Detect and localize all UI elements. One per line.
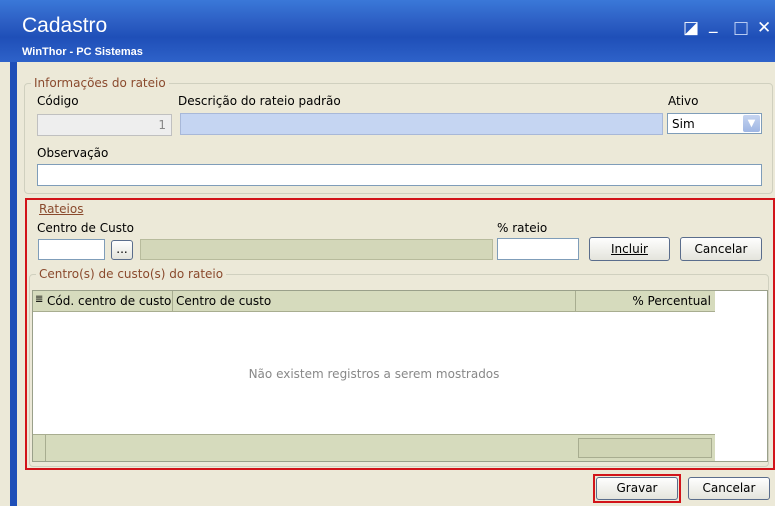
empty-message: Não existem registros a serem mostrados [248, 367, 500, 381]
info-legend: Informações do rateio [34, 76, 166, 90]
cost-center-grid[interactable]: ≣ Cód. centro de custo Centro de custo %… [32, 290, 768, 462]
col-percentual[interactable]: % Percentual [632, 294, 711, 308]
observacao-label: Observação [37, 146, 109, 160]
chevron-down-icon[interactable]: ▼ [743, 115, 760, 132]
incluir-button[interactable]: Incluir [589, 237, 670, 261]
close-icon[interactable]: ✕ [757, 18, 771, 38]
codigo-input[interactable]: 1 [37, 114, 172, 136]
grid-legend: Centro(s) de custo(s) do rateio [39, 267, 224, 281]
grid-footer [33, 434, 715, 461]
col-cod-centro[interactable]: Cód. centro de custo [47, 294, 171, 308]
col-divider [172, 291, 173, 311]
maximize-icon[interactable]: □ [733, 18, 749, 38]
rateios-legend: Rateios [39, 202, 84, 216]
observacao-input[interactable] [37, 164, 762, 186]
restore-icon[interactable]: ◪ [683, 18, 699, 38]
rateio-input[interactable] [497, 238, 579, 260]
column-menu-icon[interactable]: ≣ [35, 294, 43, 305]
ativo-label: Ativo [668, 94, 699, 108]
gravar-button[interactable]: Gravar [596, 477, 678, 500]
centro-custo-code-input[interactable] [38, 239, 105, 260]
codigo-label: Código [37, 94, 79, 108]
cancelar-button[interactable]: Cancelar [688, 477, 770, 500]
window-left-border [10, 62, 17, 506]
form-content: Informações do rateio Código 1 Descrição… [17, 62, 775, 506]
browse-button[interactable]: ... [111, 240, 133, 260]
ativo-value: Sim [672, 117, 695, 131]
descricao-label: Descrição do rateio padrão [178, 94, 341, 108]
centro-custo-label: Centro de Custo [37, 221, 134, 235]
centro-custo-desc-input[interactable] [140, 239, 493, 260]
cancelar-rateio-button[interactable]: Cancelar [680, 237, 762, 261]
title-bar: Cadastro WinThor - PC Sistemas ◪ _ □ ✕ [0, 0, 775, 62]
total-percentual-cell [578, 438, 712, 458]
footer-divider [45, 435, 46, 461]
rateio-label: % rateio [497, 221, 548, 235]
col-divider [575, 291, 576, 311]
cadastro-window: Cadastro WinThor - PC Sistemas ◪ _ □ ✕ I… [0, 0, 775, 506]
window-subtitle: WinThor - PC Sistemas [22, 46, 143, 58]
col-centro-custo[interactable]: Centro de custo [176, 294, 271, 308]
window-title: Cadastro [22, 14, 108, 37]
minimize-icon[interactable]: _ [709, 14, 718, 34]
ativo-select[interactable]: Sim ▼ [667, 113, 762, 134]
descricao-input[interactable] [180, 113, 663, 135]
grid-header: ≣ Cód. centro de custo Centro de custo %… [33, 291, 715, 312]
